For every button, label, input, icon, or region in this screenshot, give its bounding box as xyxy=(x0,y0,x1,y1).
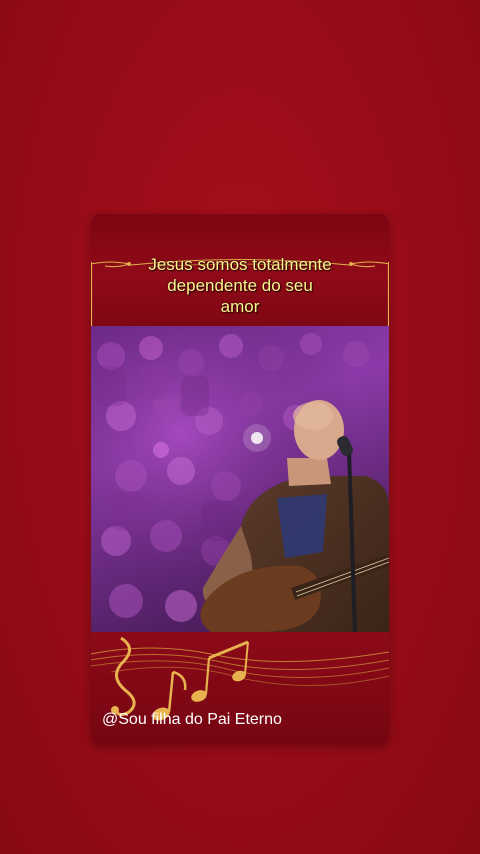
video-card[interactable]: Jesus somos totalmente dependente do seu… xyxy=(91,214,389,745)
lyrics-line: amor xyxy=(220,297,260,316)
video-frame[interactable] xyxy=(91,326,389,632)
account-watermark: @Sou filha do Pai Eterno xyxy=(102,711,282,728)
lyrics-caption: Jesus somos totalmente dependente do seu… xyxy=(91,254,389,317)
caption-area: Jesus somos totalmente dependente do seu… xyxy=(91,214,389,326)
lyrics-line: dependente do seu xyxy=(167,276,313,295)
lyrics-line: Jesus somos totalmente xyxy=(148,255,332,274)
singer-video-image xyxy=(91,326,389,632)
bottom-banner: @Sou filha do Pai Eterno xyxy=(91,632,389,745)
